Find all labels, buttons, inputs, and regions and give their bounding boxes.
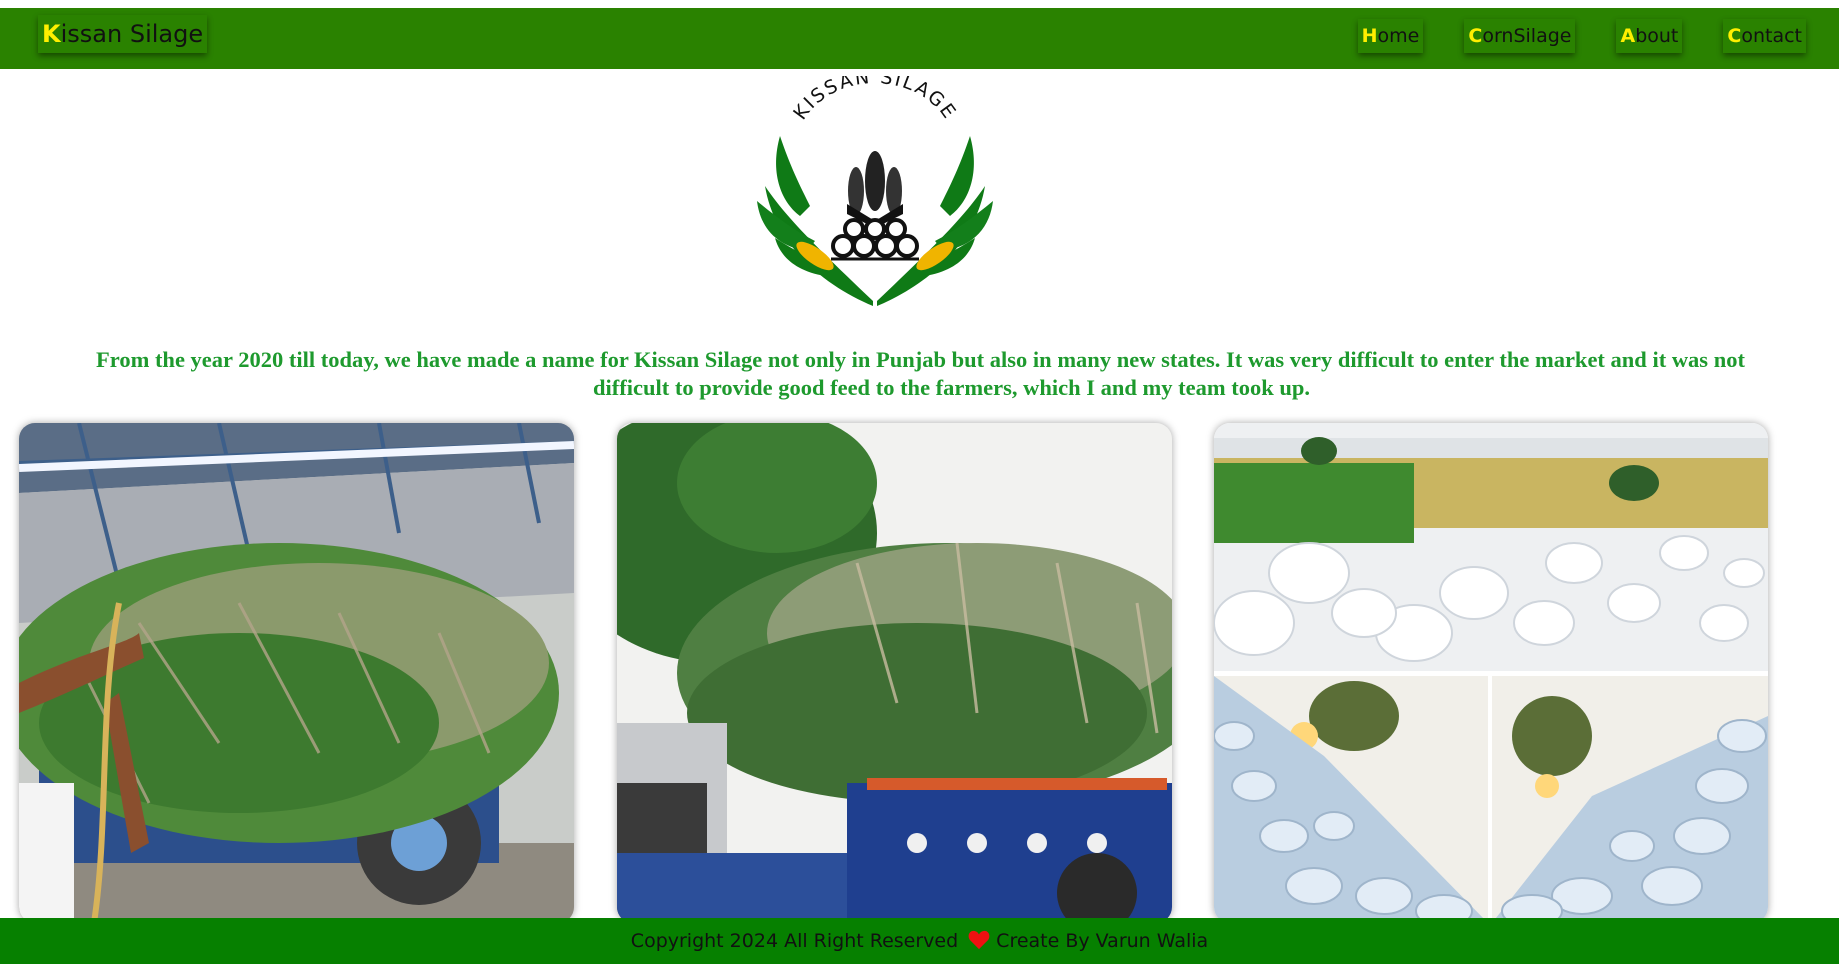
brand-first-letter: K [42,20,61,48]
nav-links: Home CornSilage About Contact [1358,19,1806,53]
photo-bales-field [1214,423,1768,671]
nav-link-about-first: A [1620,25,1636,47]
nav-link-contact[interactable]: Contact [1723,19,1806,53]
nav-link-cornsilage-first: C [1468,25,1483,47]
nav-link-cornsilage-rest: ornSilage [1482,25,1572,47]
nav-link-contact-rest: ontact [1741,25,1802,47]
nav-link-about[interactable]: About [1616,19,1682,53]
nav-link-cornsilage[interactable]: CornSilage [1464,19,1575,53]
intro-text: From the year 2020 till today, we have m… [96,346,1839,402]
brand-rest: issan Silage [60,20,204,48]
nav-link-home-first: H [1361,25,1378,47]
footer-copyright: Copyright 2024 All Right Reserved [630,930,959,952]
photo-truck-fodder[interactable] [617,423,1172,923]
corn-wreath-logo: KISSAN SILAGE [755,66,995,311]
heart-icon [968,930,990,950]
intro-line-2: difficult to provide good feed to the fa… [593,375,1311,400]
nav-link-about-rest: bout [1635,25,1679,47]
nav-link-contact-first: C [1727,25,1742,47]
nav-link-home-rest: ome [1377,25,1420,47]
intro-line-1: From the year 2020 till today, we have m… [96,347,1745,372]
photo-tractor-fodder[interactable] [19,423,574,923]
photo-bales-sunset-left [1214,676,1488,923]
page: Kissan Silage Home CornSilage About Cont… [0,0,1839,964]
footer-credit: Create By Varun Walia [996,930,1209,952]
navbar: Kissan Silage Home CornSilage About Cont… [0,8,1839,69]
photo-bales-sunset-right [1492,676,1768,923]
nav-link-home[interactable]: Home [1358,19,1424,53]
footer: Copyright 2024 All Right Reserved Create … [0,918,1839,964]
photo-silage-bales[interactable] [1214,423,1768,923]
logo-text: KISSAN SILAGE [789,76,961,124]
brand-logo-text[interactable]: Kissan Silage [38,15,207,53]
